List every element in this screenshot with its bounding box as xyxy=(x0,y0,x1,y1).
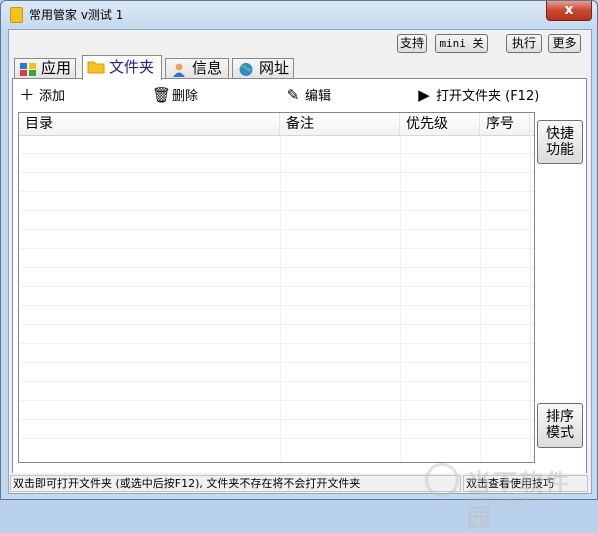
add-button[interactable]: ＋ 添加 xyxy=(19,86,65,104)
sort-mode-line1: 排序 xyxy=(546,409,574,425)
status-hint: 双击即可打开文件夹 (或选中后按F12), 文件夹不存在将不会打开文件夹 xyxy=(10,475,461,492)
quick-function-line2: 功能 xyxy=(546,142,574,158)
grid-divider xyxy=(280,135,281,462)
tab-info-label: 信息 xyxy=(192,59,223,77)
mini-toggle-button[interactable]: mini 关 xyxy=(435,34,488,53)
delete-button[interactable]: 🗑删除 xyxy=(152,86,198,104)
close-button[interactable]: x xyxy=(546,1,592,21)
quick-function-button[interactable]: 快捷 功能 xyxy=(537,120,583,164)
open-folder-label: 打开文件夹 (F12) xyxy=(436,89,540,104)
person-icon xyxy=(173,63,185,77)
apps-icon xyxy=(20,63,36,76)
status-bar: 双击即可打开文件夹 (或选中后按F12), 文件夹不存在将不会打开文件夹 双击查… xyxy=(9,473,591,493)
window-title: 常用管家 v测试 1 xyxy=(29,8,124,22)
play-icon: ▶ xyxy=(418,86,430,104)
tab-apps-label: 应用 xyxy=(41,59,72,77)
tab-info[interactable]: 信息 xyxy=(165,58,229,79)
client-area: 支持 mini 关 执行 更多 应用 文件夹 信息 网址 ＋ 添加 🗑删除 ✎ … xyxy=(8,29,592,532)
app-icon xyxy=(10,7,23,23)
grid-row-line xyxy=(19,324,534,325)
grid-row-line xyxy=(19,286,534,287)
quick-function-line1: 快捷 xyxy=(546,126,574,142)
grid-row-line xyxy=(19,153,534,154)
edit-label: 编辑 xyxy=(305,89,332,104)
grid-row-line xyxy=(19,400,534,401)
sort-mode-button[interactable]: 排序 模式 xyxy=(537,403,583,448)
grid-row-line xyxy=(19,229,534,230)
watermark-url: www.downxia.com xyxy=(467,495,551,505)
grid-row-line xyxy=(19,191,534,192)
status-tips[interactable]: 双击查看使用技巧 xyxy=(463,475,588,492)
grid-row-line xyxy=(19,172,534,173)
grid-row-line xyxy=(19,419,534,420)
support-button[interactable]: 支持 xyxy=(397,34,427,53)
plus-icon: ＋ xyxy=(19,86,35,104)
grid-row-line xyxy=(19,362,534,363)
more-button[interactable]: 更多 xyxy=(548,34,581,53)
tab-urls[interactable]: 网址 xyxy=(232,58,294,79)
tab-urls-label: 网址 xyxy=(259,59,290,77)
grid-row-line xyxy=(19,438,534,439)
folder-list[interactable]: 目录 备注 优先级 序号 xyxy=(18,112,535,463)
column-header-priority[interactable]: 优先级 xyxy=(400,113,480,135)
column-header-note[interactable]: 备注 xyxy=(280,113,400,135)
title-bar[interactable]: 常用管家 v测试 1 x xyxy=(1,1,597,29)
grid-row-line xyxy=(19,381,534,382)
globe-icon xyxy=(239,63,253,76)
trash-icon: 🗑 xyxy=(152,86,172,104)
delete-label: 删除 xyxy=(172,89,199,104)
tab-apps[interactable]: 应用 xyxy=(14,58,76,79)
tab-bar: 应用 文件夹 信息 网址 xyxy=(12,55,587,80)
sort-mode-line2: 模式 xyxy=(546,425,574,441)
open-folder-button[interactable]: ▶ 打开文件夹 (F12) xyxy=(416,86,539,104)
execute-button[interactable]: 执行 xyxy=(506,34,542,53)
tab-folders[interactable]: 文件夹 xyxy=(82,55,162,80)
grid-row-line xyxy=(19,248,534,249)
folder-icon xyxy=(87,61,105,74)
add-label: 添加 xyxy=(39,89,66,104)
tab-folders-label: 文件夹 xyxy=(109,58,155,76)
grid-divider xyxy=(480,135,481,462)
grid-divider xyxy=(400,135,401,462)
column-header-index[interactable]: 序号 xyxy=(480,113,530,135)
list-header: 目录 备注 优先级 序号 xyxy=(19,113,534,136)
grid-row-line xyxy=(19,305,534,306)
grid-row-line xyxy=(19,267,534,268)
column-header-directory[interactable]: 目录 xyxy=(19,113,280,135)
edit-icon: ✎ xyxy=(286,86,300,104)
grid-row-line xyxy=(19,343,534,344)
grid-divider xyxy=(530,135,531,462)
edit-button[interactable]: ✎ 编辑 xyxy=(285,86,331,104)
app-window: 常用管家 v测试 1 x 支持 mini 关 执行 更多 应用 文件夹 信息 网… xyxy=(0,0,598,532)
grid-row-line xyxy=(19,210,534,211)
